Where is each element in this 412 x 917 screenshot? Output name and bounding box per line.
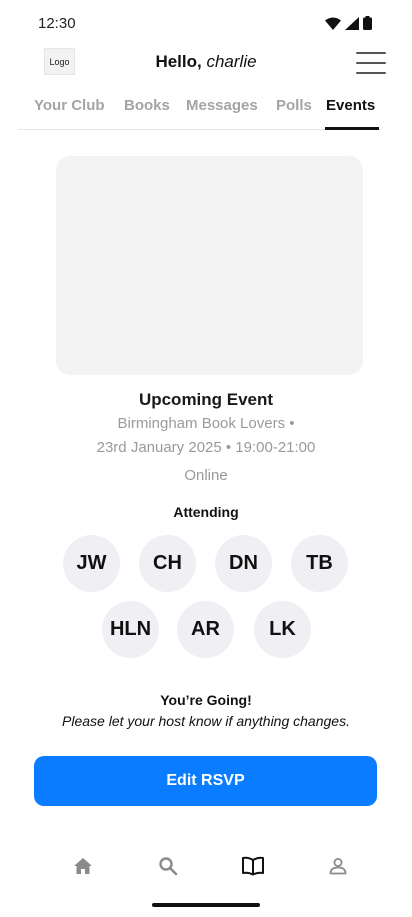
attendee-avatar: AR [177, 601, 234, 658]
rsvp-status: You’re Going! [160, 692, 252, 708]
signal-icon [345, 16, 359, 35]
status-bar: 12:30 [0, 0, 412, 46]
attendee-avatar: TB [291, 535, 348, 592]
user-name: charlie [206, 52, 257, 71]
status-time: 12:30 [38, 15, 76, 32]
tab-polls[interactable]: Polls [276, 97, 312, 114]
attendee-avatar: HLN [102, 601, 159, 658]
wifi-icon [325, 17, 341, 35]
attendee-avatar: JW [63, 535, 120, 592]
search-icon[interactable] [148, 846, 188, 886]
section-tabs: Your Club Books Messages Polls Events [18, 88, 380, 130]
event-mode: Online [184, 467, 228, 484]
greeting-prefix: Hello, [155, 52, 202, 71]
hamburger-menu-icon[interactable] [356, 52, 386, 74]
greeting: Hello, charlie [0, 52, 412, 72]
bottom-nav [0, 846, 412, 886]
active-tab-indicator [325, 127, 379, 130]
tab-your-club[interactable]: Your Club [34, 97, 105, 114]
battery-icon [363, 16, 372, 35]
profile-icon[interactable] [318, 846, 358, 886]
attendee-avatar: CH [139, 535, 196, 592]
status-icons [325, 16, 372, 35]
home-indicator[interactable] [152, 903, 260, 907]
event-club: Birmingham Book Lovers • [117, 415, 295, 432]
attendee-avatar: LK [254, 601, 311, 658]
rsvp-note: Please let your host know if anything ch… [62, 713, 350, 729]
tab-messages[interactable]: Messages [186, 97, 258, 114]
tab-books[interactable]: Books [124, 97, 170, 114]
event-date-time: 23rd January 2025 • 19:00-21:00 [96, 439, 316, 456]
edit-rsvp-button[interactable]: Edit RSVP [34, 756, 377, 806]
event-heading: Upcoming Event [138, 390, 274, 409]
tab-events[interactable]: Events [326, 97, 375, 114]
app-header: Logo Hello, charlie [0, 46, 412, 80]
event-image [56, 156, 363, 375]
attending-label: Attending [173, 504, 239, 520]
home-icon[interactable] [63, 846, 103, 886]
book-icon[interactable] [233, 846, 273, 886]
attendee-avatar: DN [215, 535, 272, 592]
